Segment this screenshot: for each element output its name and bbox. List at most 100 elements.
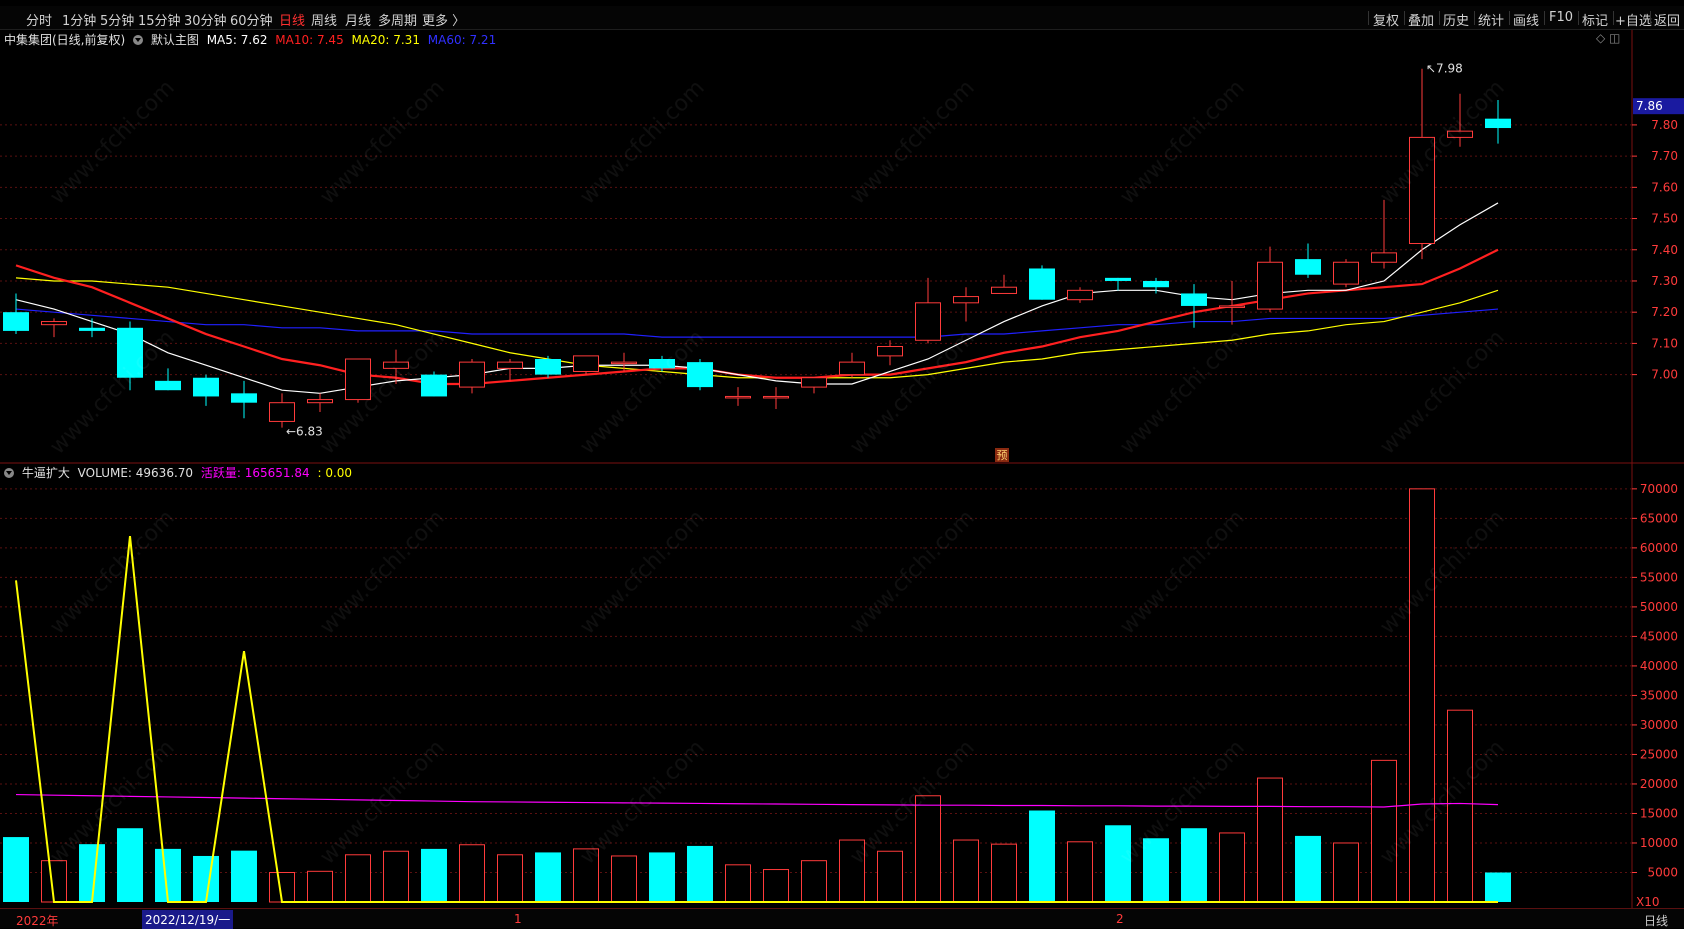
kline-chart[interactable]: 7.00 7.10 7.20 7.30 7.40 7.50 7.60 7.70 7.80 7.86… (0, 0, 1684, 908)
volume-tick-label: 30000 (1640, 718, 1678, 732)
candle-body (573, 355, 599, 372)
candle (345, 358, 371, 403)
candle-body (41, 321, 67, 326)
chart-annotations: ↖7.98 ←6.83 预 (286, 62, 1463, 462)
volume-tick-label: 65000 (1640, 511, 1678, 525)
candle (3, 293, 29, 335)
volume-bar (953, 839, 979, 903)
forecast-marker-label: 预 (997, 449, 1008, 462)
volume-bar (1409, 488, 1435, 903)
volume-bar (573, 848, 599, 903)
candle (1485, 99, 1511, 144)
volume-tick-label: 60000 (1640, 541, 1678, 555)
volume-bar (1295, 835, 1321, 902)
candle-body (839, 361, 865, 376)
candle-body (611, 361, 637, 365)
volume-tick-label: 35000 (1640, 688, 1678, 702)
volume-tick-label: 15000 (1640, 806, 1678, 820)
volume-bar (801, 860, 827, 903)
price-tick-label: 7.70 (1651, 149, 1678, 163)
candle-body (459, 361, 485, 388)
candle (1295, 243, 1321, 278)
candle (155, 368, 181, 391)
price-tick-label: 7.60 (1651, 180, 1678, 194)
volume-bar (649, 852, 675, 902)
current-price-label: 7.86 (1636, 99, 1663, 113)
candle (1257, 246, 1283, 313)
candle (1371, 199, 1397, 269)
price-tick-label: 7.80 (1651, 118, 1678, 132)
volume-bar (1143, 838, 1169, 902)
candle-body (649, 359, 675, 369)
candle-body (1219, 305, 1245, 308)
candle-body (421, 374, 447, 397)
price-tick-label: 7.30 (1651, 274, 1678, 288)
volume-unit-label: X10 (1636, 895, 1660, 908)
price-tick-label: 7.50 (1651, 212, 1678, 226)
candle (877, 340, 903, 366)
candle-body (269, 402, 295, 422)
candle-body (79, 327, 105, 331)
candle (991, 274, 1017, 294)
candle-body (117, 327, 143, 378)
candle-body (1409, 136, 1435, 245)
volume-axis: 5000 10000 15000 20000 25000 30000 35000 40000 4… (1632, 482, 1678, 908)
candle (1105, 277, 1131, 291)
volume-bar (725, 864, 751, 903)
volume-bar (3, 837, 29, 902)
volume-bar (1105, 825, 1131, 902)
candle-body (155, 380, 181, 391)
candle-body (763, 395, 789, 399)
candle-body (991, 286, 1017, 294)
candle (459, 359, 485, 394)
date-label-jan: 1 (514, 912, 522, 926)
candle (1409, 68, 1435, 260)
volume-tick-label: 55000 (1640, 570, 1678, 584)
volume-bar (1219, 832, 1245, 903)
price-tick-label: 7.00 (1651, 368, 1678, 382)
candle-body (1485, 118, 1511, 129)
candle (79, 318, 105, 338)
candle-body (1029, 268, 1055, 300)
candle-body (1447, 130, 1473, 138)
volume-bar (459, 844, 485, 903)
volume-bar (497, 854, 523, 903)
volume-bar (687, 845, 713, 902)
candle (1333, 259, 1359, 288)
volume-bar (193, 855, 219, 902)
ma60-line (15, 308, 1499, 338)
volume-tick-label: 20000 (1640, 777, 1678, 791)
candle (193, 374, 219, 406)
candle-body (383, 361, 409, 369)
candle-body (915, 302, 941, 341)
volume-bar (345, 854, 371, 903)
candle (1447, 93, 1473, 147)
volume-bar (877, 850, 903, 903)
candle-body (497, 361, 523, 369)
candle (231, 380, 257, 419)
candle (725, 387, 751, 406)
period-label[interactable]: 日线 (1644, 912, 1668, 929)
candle-body (1371, 252, 1397, 263)
volume-bar (1067, 841, 1093, 903)
volume-bar (1447, 709, 1473, 903)
volume-bar (763, 869, 789, 903)
price-tick-label: 7.40 (1651, 243, 1678, 257)
candle (687, 359, 713, 391)
candle-body (3, 312, 29, 331)
candle (1143, 277, 1169, 294)
volume-tick-label: 25000 (1640, 747, 1678, 761)
volume-tick-label: 40000 (1640, 659, 1678, 673)
candle-body (535, 359, 561, 375)
candle (1029, 265, 1055, 300)
candle-body (877, 346, 903, 357)
volume-bar (307, 870, 333, 903)
candle (839, 352, 865, 378)
candle-body (687, 362, 713, 388)
candle-body (193, 377, 219, 397)
candle (763, 387, 789, 409)
candle-body (1067, 289, 1093, 301)
candle-body (1181, 293, 1207, 306)
price-tick-label: 7.10 (1651, 336, 1678, 350)
volume-bar (1029, 810, 1055, 902)
